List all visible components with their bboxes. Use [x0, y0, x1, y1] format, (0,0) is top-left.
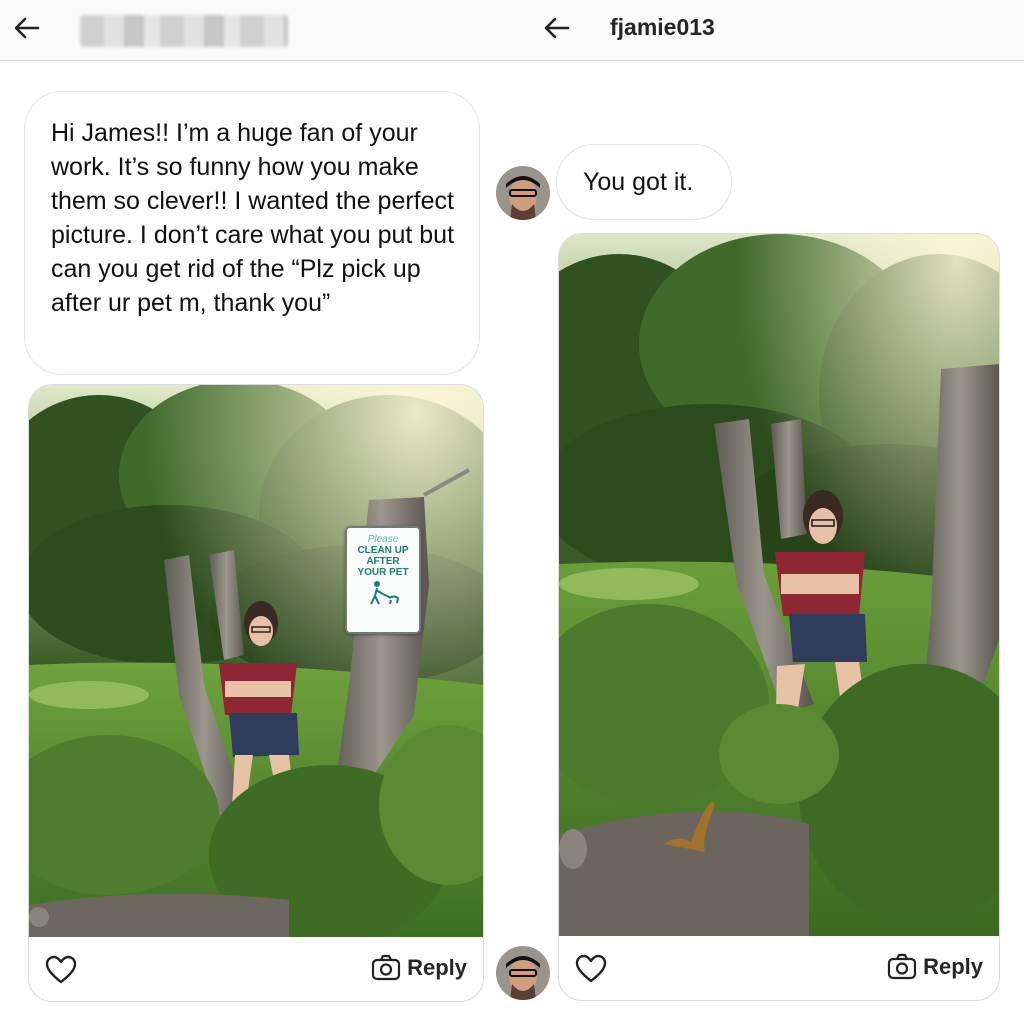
- right-header-bar: fjamie013: [512, 0, 1024, 61]
- heart-icon[interactable]: [575, 954, 607, 984]
- edited-photo-card: Reply: [558, 233, 1000, 1001]
- avatar[interactable]: [496, 166, 550, 220]
- reply-label: Reply: [407, 955, 467, 980]
- back-arrow-icon[interactable]: [542, 13, 572, 43]
- message-bubble-request: Hi James!! I’m a huge fan of your work. …: [24, 91, 480, 375]
- sign-line-2: AFTER: [366, 556, 400, 567]
- reply-button[interactable]: Reply: [371, 951, 467, 985]
- camera-icon: [887, 953, 917, 980]
- sign-line-1: CLEAN UP: [357, 545, 409, 556]
- sign-please-text: Please: [367, 534, 399, 545]
- heart-icon[interactable]: [45, 955, 77, 985]
- pet-cleanup-sign: Please CLEAN UP AFTER YOUR PET: [345, 526, 421, 634]
- sign-line-3: YOUR PET: [357, 567, 409, 578]
- message-text: You got it.: [583, 168, 694, 196]
- reply-label: Reply: [923, 954, 983, 979]
- right-conversation-panel: fjamie013 You got it. Reply: [496, 0, 1024, 1024]
- person-walking-dog-icon: [370, 581, 400, 605]
- blurred-username: [80, 15, 288, 47]
- original-photo-card: Please CLEAN UP AFTER YOUR PET Reply: [28, 384, 484, 1002]
- edited-photo[interactable]: [559, 234, 999, 936]
- avatar[interactable]: [496, 946, 550, 1000]
- back-arrow-icon[interactable]: [12, 13, 42, 43]
- message-bubble-reply: You got it.: [556, 144, 732, 220]
- conversation-username[interactable]: fjamie013: [610, 14, 715, 41]
- camera-icon: [371, 954, 401, 981]
- original-photo[interactable]: Please CLEAN UP AFTER YOUR PET: [29, 385, 483, 937]
- left-conversation-panel: Hi James!! I’m a huge fan of your work. …: [0, 0, 512, 1024]
- reply-button[interactable]: Reply: [887, 950, 983, 984]
- left-header-bar: [0, 0, 512, 61]
- message-text: Hi James!! I’m a huge fan of your work. …: [51, 119, 455, 317]
